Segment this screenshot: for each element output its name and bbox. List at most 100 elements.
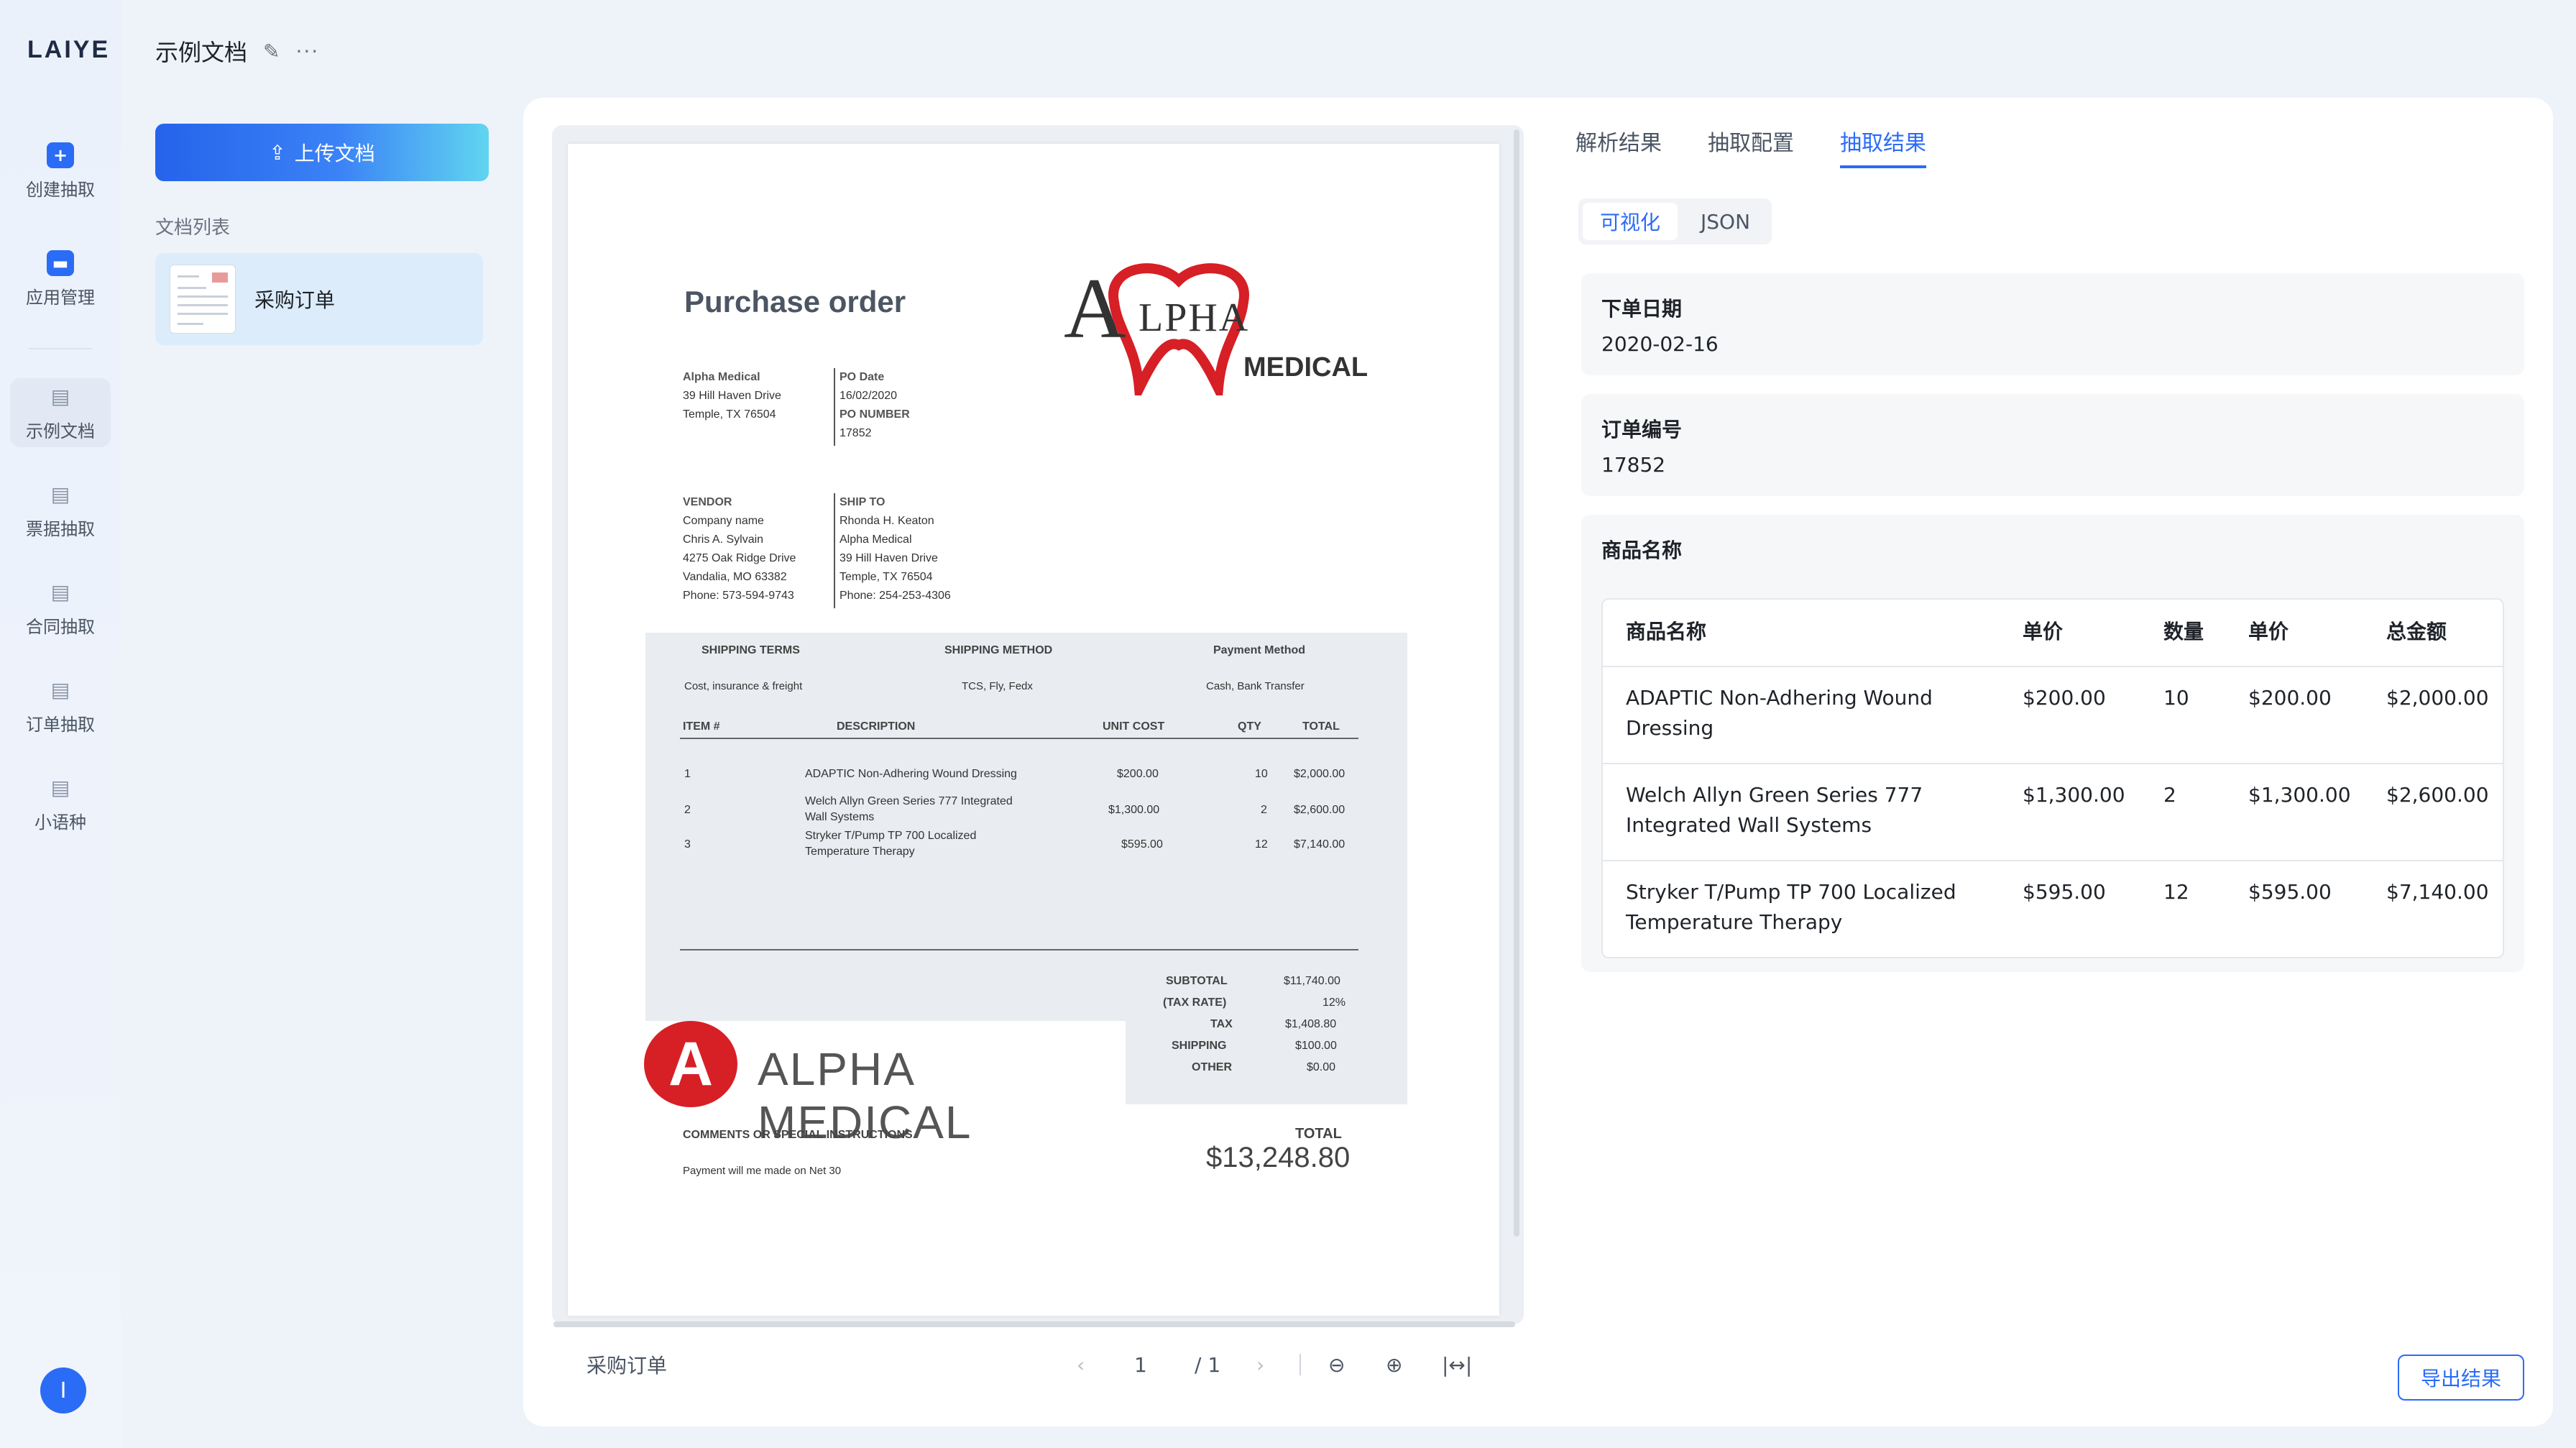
- document-name: 采购订单: [254, 288, 336, 312]
- rail-item-label: 票据抽取: [26, 518, 95, 539]
- po-from: Alpha Medical 39 Hill Haven Drive Temple…: [683, 371, 781, 421]
- avatar[interactable]: I: [40, 1367, 86, 1413]
- table-cell: $1,300.00: [2248, 783, 2351, 807]
- table-cell: $595.00: [2248, 880, 2332, 904]
- table-cell: 2: [2163, 783, 2176, 807]
- alpha-medical-logo-secondary: A ALPHA MEDICAL: [644, 1021, 1126, 1148]
- folder-icon: ▬: [47, 249, 74, 276]
- table-row: Stryker T/Pump TP 700 Localized Temperat…: [1603, 860, 2503, 957]
- view-json-button[interactable]: JSON: [1683, 203, 1767, 240]
- table-cell: $2,000.00: [2386, 686, 2489, 710]
- field-label: 订单编号: [1601, 418, 1683, 441]
- table-cell: Stryker T/Pump TP 700 Localized Temperat…: [1626, 880, 1956, 934]
- table-cell: $200.00: [2248, 686, 2332, 710]
- upload-icon: ⇪: [269, 140, 286, 165]
- column-header: 单价: [2248, 620, 2289, 643]
- table-row: Welch Allyn Green Series 777 Integrated …: [1603, 763, 2503, 860]
- rail-item-app-management[interactable]: ▬ 应用管理: [10, 244, 111, 313]
- fit-width-icon[interactable]: |↔|: [1442, 1353, 1472, 1377]
- table-cell: 12: [2163, 880, 2189, 904]
- table-cell: $1,300.00: [2023, 783, 2125, 807]
- chevron-left-icon[interactable]: ‹: [1077, 1353, 1085, 1377]
- upload-label: 上传文档: [294, 142, 375, 165]
- logo-word: LPHA: [1138, 295, 1250, 340]
- divider: [834, 493, 835, 608]
- rail-item-label: 应用管理: [26, 287, 95, 308]
- export-results-button[interactable]: 导出结果: [2398, 1355, 2524, 1401]
- divider: [680, 738, 1358, 739]
- table-cell: $200.00: [2023, 686, 2106, 710]
- comments-label: COMMENTS OR SPECIAL INSTRUCTIONS: [683, 1129, 913, 1141]
- comments-text: Payment will me made on Net 30: [683, 1165, 842, 1177]
- column-header: 商品名称: [1626, 620, 1707, 643]
- document-thumbnail: [170, 265, 236, 334]
- list-item[interactable]: 采购订单: [155, 253, 483, 345]
- divider: [834, 368, 835, 446]
- nav-rail: LAIYE + 创建抽取 ▬ 应用管理 ▤ 示例文档 ▤ 票据抽取 ▤ 合同抽取…: [0, 0, 121, 1448]
- tab-extraction-result[interactable]: 抽取结果: [1840, 125, 1926, 168]
- total-value: $13,248.80: [1206, 1142, 1351, 1173]
- vertical-scrollbar[interactable]: [1514, 129, 1519, 1237]
- plus-icon: +: [47, 142, 74, 168]
- field-order-number: 订单编号 17852: [1581, 394, 2524, 496]
- field-value: 17852: [1601, 453, 1666, 477]
- table-cell: ADAPTIC Non-Adhering Wound Dressing: [1626, 686, 1933, 740]
- field-goods: 商品名称 商品名称 单价 数量 单价 总金额 ADAPTIC Non-Adher…: [1581, 515, 2524, 972]
- page-title: 示例文档: [155, 39, 248, 66]
- viewer-toolbar: 采购订单 ‹ 1 / 1 › ⊖ ⊕ |↔|: [552, 1333, 1524, 1396]
- document-edit-icon: ▤: [50, 385, 70, 408]
- horizontal-scrollbar[interactable]: [553, 1321, 1515, 1327]
- column-header: 总金额: [2386, 620, 2447, 643]
- chevron-right-icon[interactable]: ›: [1256, 1353, 1264, 1377]
- rail-item-label: 小语种: [34, 812, 86, 833]
- rail-item-receipt-extraction[interactable]: ▤ 票据抽取: [10, 476, 111, 545]
- table-cell: $595.00: [2023, 880, 2106, 904]
- viewer-doc-name: 采购订单: [586, 1354, 668, 1378]
- logo-sub: MEDICAL: [1243, 352, 1368, 382]
- rail-item-sample-docs[interactable]: ▤ 示例文档: [10, 378, 111, 447]
- table-cell: $7,140.00: [2386, 880, 2489, 904]
- field-label: 商品名称: [1601, 539, 1683, 562]
- table-cell: $2,600.00: [2386, 783, 2489, 807]
- rail-item-contract-extraction[interactable]: ▤ 合同抽取: [10, 574, 111, 643]
- purchase-order: Purchase order A LPHA MEDICAL Alpha Medi…: [568, 144, 1499, 1316]
- page-number-input[interactable]: 1: [1134, 1353, 1147, 1377]
- rail-item-label: 示例文档: [26, 421, 95, 441]
- po-vendor: VENDOR Company name Chris A. Sylvain 427…: [683, 496, 796, 602]
- table-cell: Welch Allyn Green Series 777 Integrated …: [1626, 783, 1923, 837]
- result-tabs: 解析结果 抽取配置 抽取结果: [1576, 125, 1926, 168]
- rail-item-minor-languages[interactable]: ▤ 小语种: [10, 769, 111, 838]
- upload-document-button[interactable]: ⇪ 上传文档: [155, 124, 489, 181]
- more-icon[interactable]: ···: [295, 40, 319, 63]
- logo-letter: A: [1064, 260, 1126, 356]
- tab-extraction-config[interactable]: 抽取配置: [1708, 125, 1794, 168]
- table-header-row: 商品名称 单价 数量 单价 总金额: [1603, 600, 2503, 666]
- field-order-date: 下单日期 2020-02-16: [1581, 273, 2524, 375]
- po-date-number: PO Date 16/02/2020 PO NUMBER 17852: [840, 371, 910, 439]
- edit-icon[interactable]: ✎: [263, 40, 280, 63]
- rail-item-label: 创建抽取: [26, 179, 95, 200]
- view-toggle: 可视化 JSON: [1578, 198, 1772, 244]
- rail-divider: [29, 348, 92, 349]
- tab-parse-result[interactable]: 解析结果: [1576, 125, 1662, 168]
- document-edit-icon: ▤: [50, 482, 70, 506]
- divider: [1300, 1354, 1301, 1375]
- field-label: 下单日期: [1601, 297, 1683, 321]
- zoom-in-icon[interactable]: ⊕: [1386, 1353, 1402, 1377]
- zoom-out-icon[interactable]: ⊖: [1328, 1353, 1345, 1377]
- document-edit-icon: ▤: [50, 678, 70, 702]
- rail-item-label: 合同抽取: [26, 616, 95, 637]
- rail-item-order-extraction[interactable]: ▤ 订单抽取: [10, 672, 111, 741]
- page-total: / 1: [1195, 1352, 1221, 1377]
- table-row: ADAPTIC Non-Adhering Wound Dressing $200…: [1603, 666, 2503, 763]
- po-ship-to: SHIP TO Rhonda H. Keaton Alpha Medical 3…: [840, 496, 951, 602]
- page-title-bar: 示例文档 ✎ ···: [155, 35, 319, 68]
- view-visual-button[interactable]: 可视化: [1583, 203, 1678, 240]
- document-edit-icon: ▤: [50, 776, 70, 799]
- logo-circle-icon: A: [644, 1021, 737, 1107]
- field-value: 2020-02-16: [1601, 332, 1719, 356]
- document-page: Purchase order A LPHA MEDICAL Alpha Medi…: [568, 144, 1499, 1316]
- table-cell: 10: [2163, 686, 2189, 710]
- rail-item-create-extraction[interactable]: + 创建抽取: [10, 137, 111, 206]
- column-header: 数量: [2163, 620, 2204, 643]
